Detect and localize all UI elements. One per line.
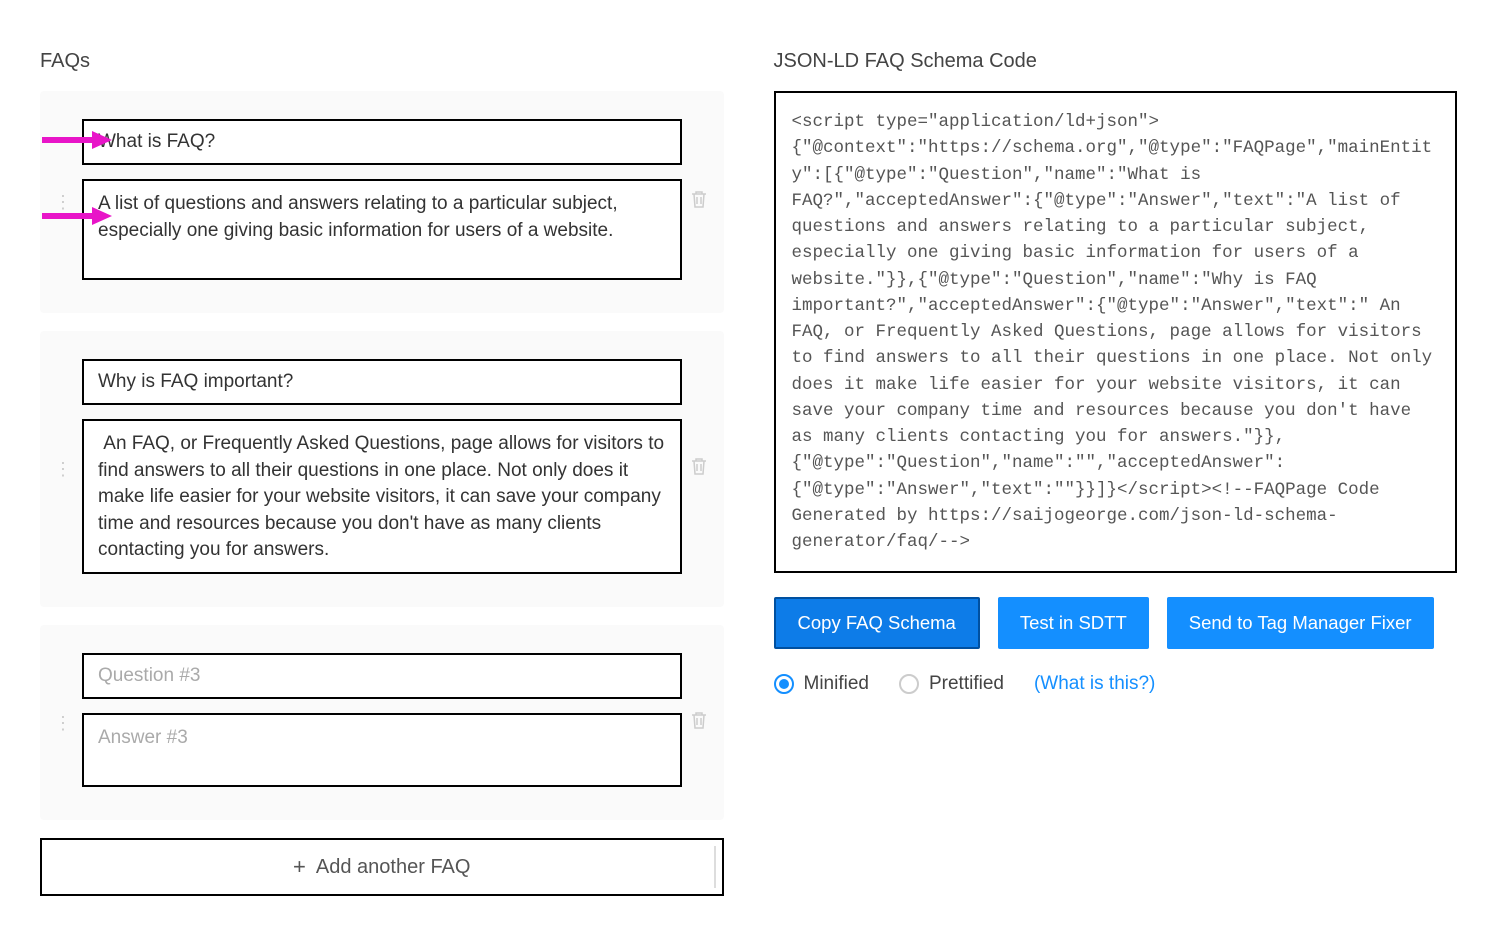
prettified-label: Prettified [929,673,1004,695]
test-sdtt-button[interactable]: Test in SDTT [998,597,1149,649]
faq-card [40,331,724,607]
question-input[interactable] [82,119,682,165]
answer-textarea[interactable] [82,713,682,787]
schema-code-box[interactable]: <script type="application/ld+json">{"@co… [774,91,1458,573]
add-faq-label: Add another FAQ [316,856,471,879]
trash-icon [690,189,708,209]
minified-label: Minified [804,673,869,695]
add-faq-button[interactable]: + Add another FAQ [40,838,724,896]
faq-card [40,91,724,313]
delete-faq-button[interactable] [686,452,712,486]
format-radio-row: Minified Prettified (What is this?) [774,673,1458,695]
plus-icon: + [293,854,306,880]
question-input[interactable] [82,359,682,405]
question-input[interactable] [82,653,682,699]
minified-radio[interactable]: Minified [774,673,869,695]
answer-textarea[interactable] [82,419,682,574]
radio-icon [774,674,794,694]
schema-panel: JSON-LD FAQ Schema Code <script type="ap… [774,50,1458,896]
send-tag-manager-button[interactable]: Send to Tag Manager Fixer [1167,597,1434,649]
delete-faq-button[interactable] [686,185,712,219]
answer-textarea[interactable] [82,179,682,280]
copy-schema-button[interactable]: Copy FAQ Schema [774,597,980,649]
what-is-this-link[interactable]: (What is this?) [1034,673,1155,695]
trash-icon [690,710,708,730]
schema-title: JSON-LD FAQ Schema Code [774,50,1458,73]
trash-icon [690,456,708,476]
faq-card [40,625,724,820]
faqs-panel: FAQs + Add another FAQ [40,50,724,896]
prettified-radio[interactable]: Prettified [899,673,1004,695]
delete-faq-button[interactable] [686,706,712,740]
faqs-title: FAQs [40,50,724,73]
radio-icon [899,674,919,694]
button-row: Copy FAQ Schema Test in SDTT Send to Tag… [774,597,1458,649]
